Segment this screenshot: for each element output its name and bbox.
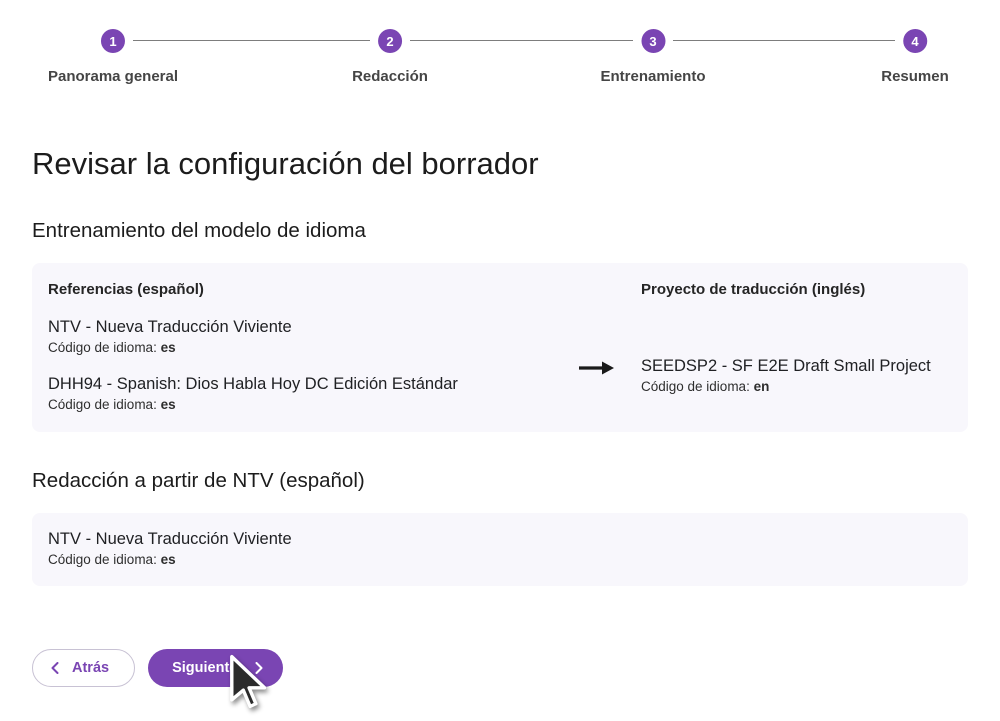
- language-code-label: Código de idioma:: [641, 379, 750, 394]
- drafting-section-heading: Redacción a partir de NTV (español): [32, 469, 968, 493]
- language-code-value: es: [161, 552, 176, 567]
- step-summary[interactable]: 4 Resumen: [881, 29, 949, 85]
- chevron-right-icon: [255, 662, 263, 674]
- chevron-left-icon: [51, 662, 59, 674]
- page-title: Revisar la configuración del borrador: [32, 146, 968, 182]
- list-item: DHH94 - Spanish: Dios Habla Hoy DC Edici…: [48, 375, 553, 412]
- language-code-value: en: [754, 379, 770, 394]
- step-training[interactable]: 3 Entrenamiento: [600, 29, 705, 85]
- step-number-icon[interactable]: 1: [101, 29, 125, 53]
- list-item: NTV - Nueva Traducción Viviente Código d…: [48, 318, 553, 355]
- language-code-value: es: [161, 340, 176, 355]
- language-code-line: Código de idioma: es: [48, 340, 553, 355]
- resource-name: NTV - Nueva Traducción Viviente: [48, 530, 952, 549]
- step-number-icon[interactable]: 3: [641, 29, 665, 53]
- language-code-line: Código de idioma: es: [48, 397, 553, 412]
- language-code-value: es: [161, 397, 176, 412]
- back-button-label: Atrás: [72, 660, 109, 676]
- sources-column-header: Referencias (español): [48, 281, 553, 298]
- resource-name: DHH94 - Spanish: Dios Habla Hoy DC Edici…: [48, 375, 553, 394]
- step-label: Resumen: [881, 68, 949, 85]
- project-name: SEEDSP2 - SF E2E Draft Small Project: [641, 357, 952, 376]
- main-content: Revisar la configuración del borrador En…: [32, 146, 968, 687]
- training-target-column: Proyecto de traducción (inglés) SEEDSP2 …: [641, 281, 952, 412]
- mapping-arrow-column: [553, 281, 641, 412]
- wizard-actions: Atrás Siguiente: [32, 649, 968, 687]
- training-sources-column: Referencias (español) NTV - Nueva Traduc…: [48, 281, 553, 412]
- language-code-line: Código de idioma: es: [48, 552, 952, 567]
- step-number-icon[interactable]: 2: [378, 29, 402, 53]
- list-item: SEEDSP2 - SF E2E Draft Small Project Cód…: [641, 357, 952, 394]
- language-code-label: Código de idioma:: [48, 340, 157, 355]
- arrow-right-icon: [579, 360, 615, 376]
- next-button[interactable]: Siguiente: [148, 649, 283, 687]
- target-column-header: Proyecto de traducción (inglés): [641, 281, 952, 298]
- step-label: Redacción: [352, 68, 428, 85]
- step-number-icon[interactable]: 4: [903, 29, 927, 53]
- step-label: Entrenamiento: [600, 68, 705, 85]
- training-config-card: Referencias (español) NTV - Nueva Traduc…: [32, 263, 968, 432]
- back-button[interactable]: Atrás: [32, 649, 135, 687]
- step-drafting[interactable]: 2 Redacción: [352, 29, 428, 85]
- language-code-line: Código de idioma: en: [641, 379, 952, 394]
- step-overview[interactable]: 1 Panorama general: [48, 29, 178, 85]
- language-code-label: Código de idioma:: [48, 397, 157, 412]
- language-code-label: Código de idioma:: [48, 552, 157, 567]
- next-button-label: Siguiente: [172, 660, 237, 676]
- step-connector: [673, 40, 895, 41]
- resource-name: NTV - Nueva Traducción Viviente: [48, 318, 553, 337]
- wizard-stepper: 1 Panorama general 2 Redacción 3 Entrena…: [0, 0, 1000, 96]
- list-item: NTV - Nueva Traducción Viviente Código d…: [48, 530, 952, 567]
- training-section-heading: Entrenamiento del modelo de idioma: [32, 219, 968, 243]
- step-label: Panorama general: [48, 68, 178, 85]
- drafting-source-card: NTV - Nueva Traducción Viviente Código d…: [32, 513, 968, 586]
